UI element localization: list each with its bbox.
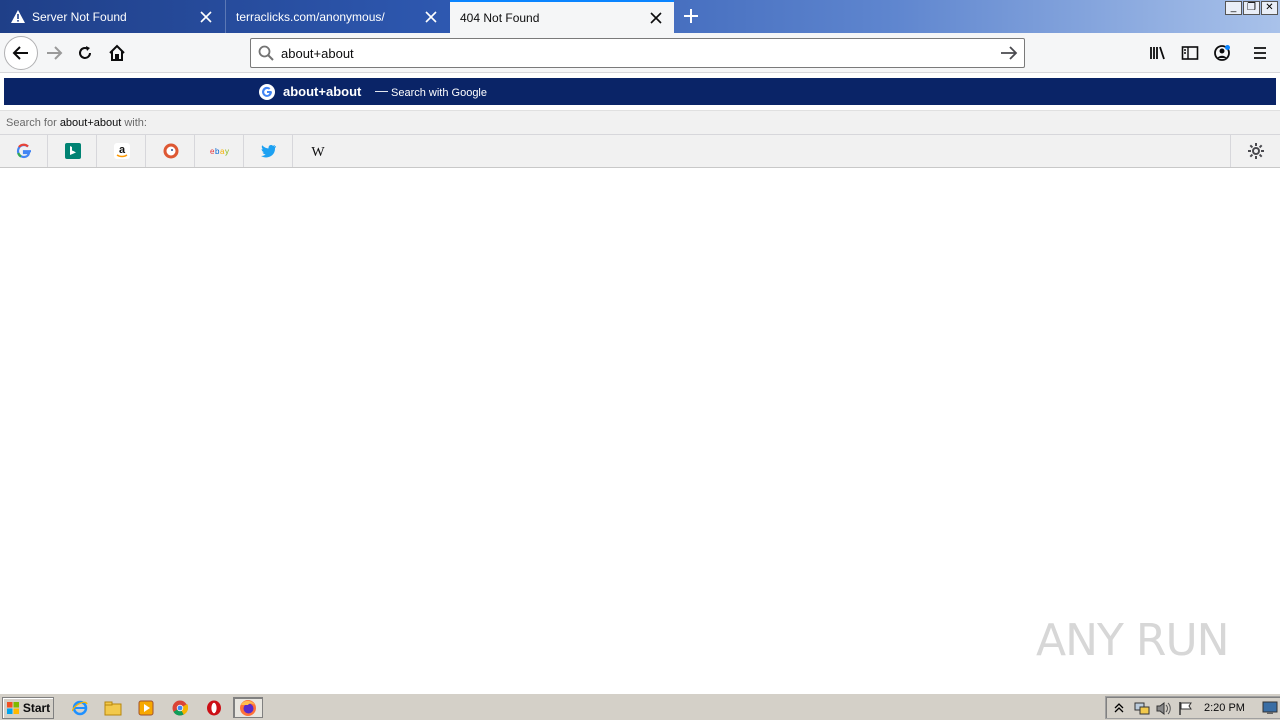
internet-explorer-icon[interactable] [69, 698, 91, 718]
search-settings-button[interactable] [1230, 135, 1280, 167]
action-center-flag-icon[interactable] [1178, 701, 1194, 716]
engine-bing-button[interactable] [49, 135, 97, 167]
tab-label: Server Not Found [32, 9, 127, 24]
menu-button[interactable] [1244, 37, 1276, 69]
taskbar-clock[interactable]: 2:20 PM [1204, 702, 1245, 714]
home-button[interactable] [101, 37, 133, 69]
oneoff-suffix: with: [121, 117, 147, 129]
tab-terraclicks[interactable]: terraclicks.com/anonymous/ [225, 0, 449, 33]
account-icon [1214, 45, 1230, 61]
oneoff-query: about+about [59, 117, 122, 129]
chrome-icon[interactable] [169, 698, 191, 718]
minimize-button[interactable]: _ [1225, 1, 1242, 15]
system-tray: 2:20 PM [1105, 696, 1280, 719]
file-explorer-icon[interactable] [102, 698, 124, 718]
close-tab-icon[interactable] [644, 6, 668, 30]
volume-icon[interactable] [1156, 701, 1172, 716]
new-tab-button[interactable] [678, 3, 704, 29]
anyrun-watermark: ANY RUN [1036, 608, 1236, 672]
wikipedia-icon: W [311, 145, 325, 158]
twitter-icon [260, 144, 276, 158]
suggestion-separator: — [375, 83, 388, 98]
tab-label: terraclicks.com/anonymous/ [236, 9, 385, 24]
engine-google-button[interactable] [0, 135, 48, 167]
engine-wikipedia-button[interactable]: W [294, 135, 342, 167]
restore-button[interactable]: ❐ [1243, 1, 1260, 15]
windows-logo-icon [6, 702, 19, 714]
svg-text:y: y [225, 147, 229, 156]
opera-icon[interactable] [203, 698, 225, 718]
gear-icon [1247, 143, 1264, 159]
sidebar-button[interactable] [1174, 37, 1206, 69]
show-hidden-icons-icon[interactable] [1114, 702, 1124, 714]
duckduckgo-icon [163, 143, 178, 159]
bing-icon [64, 143, 81, 159]
go-arrow-icon[interactable] [994, 45, 1024, 61]
plus-icon [684, 9, 698, 23]
hamburger-icon [1254, 47, 1266, 59]
navigation-toolbar [0, 33, 1280, 73]
back-button[interactable] [4, 36, 38, 70]
start-label: Start [22, 701, 51, 715]
library-icon [1150, 46, 1165, 60]
forward-button[interactable] [38, 37, 70, 69]
engine-amazon-button[interactable]: a [98, 135, 146, 167]
search-suggestion-row[interactable]: about+about — Search with Google [4, 78, 1276, 105]
windows-taskbar: Start 2:20 PM [0, 693, 1280, 720]
firefox-icon [240, 699, 256, 716]
back-arrow-icon [12, 46, 28, 60]
address-bar[interactable] [250, 38, 1025, 68]
watermark-text: ANY RUN [1036, 614, 1230, 666]
show-desktop-icon[interactable] [1262, 701, 1278, 715]
svg-text:a: a [118, 144, 125, 156]
library-button[interactable] [1142, 37, 1174, 69]
engine-twitter-button[interactable] [245, 135, 293, 167]
sidebar-icon [1181, 46, 1199, 60]
close-window-button[interactable]: ✕ [1261, 1, 1278, 15]
reload-button[interactable] [69, 37, 101, 69]
ebay-icon: e b a y [210, 147, 229, 156]
address-input[interactable] [281, 45, 994, 61]
google-icon [259, 84, 275, 100]
reload-icon [79, 46, 91, 59]
amazon-icon: a [113, 143, 130, 159]
engine-ebay-button[interactable]: e b a y [196, 135, 244, 167]
close-tab-icon[interactable] [194, 5, 218, 29]
warning-icon [11, 9, 25, 23]
window-controls: _ ❐ ✕ [1225, 1, 1278, 15]
tab-server-not-found[interactable]: Server Not Found [0, 0, 224, 33]
google-icon [16, 143, 31, 159]
oneoff-prefix: Search for [6, 117, 60, 129]
account-button[interactable] [1206, 37, 1238, 69]
one-off-search-header: Search for about+about with: [0, 110, 1280, 135]
close-tab-icon[interactable] [419, 5, 443, 29]
home-icon [109, 44, 125, 61]
forward-arrow-icon [47, 46, 63, 60]
tab-label: 404 Not Found [460, 10, 540, 25]
media-player-icon[interactable] [135, 698, 157, 718]
svg-text:W: W [311, 145, 325, 158]
tab-strip: Server Not Found terraclicks.com/anonymo… [0, 0, 1280, 33]
search-icon [251, 45, 281, 61]
suggestion-action: Search with Google [391, 87, 487, 99]
start-button[interactable]: Start [2, 697, 54, 719]
firefox-taskbar-button[interactable] [233, 697, 263, 718]
tab-404-not-found[interactable]: 404 Not Found [450, 0, 674, 33]
engine-duckduckgo-button[interactable] [147, 135, 195, 167]
one-off-search-engines: a e b a y W [0, 135, 1280, 168]
suggestion-query: about+about [283, 84, 362, 99]
network-icon[interactable] [1134, 701, 1150, 716]
